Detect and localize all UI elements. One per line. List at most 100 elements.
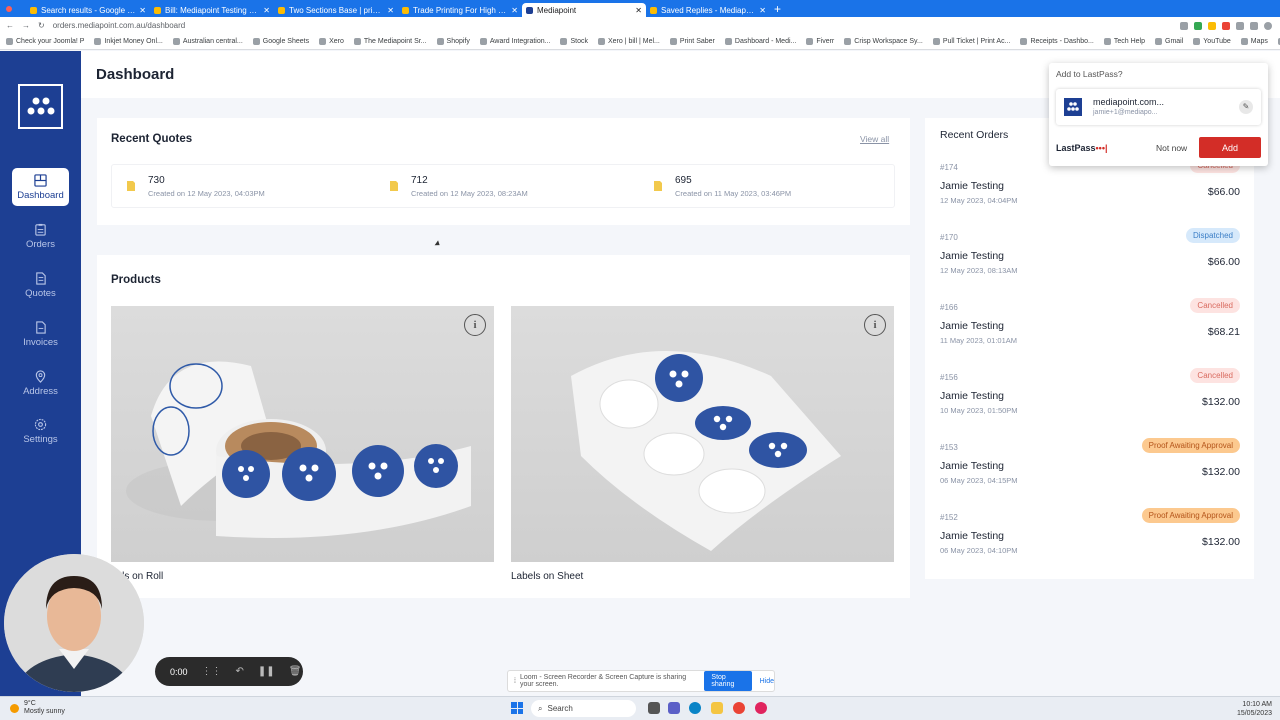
bookmark-item[interactable]: Crisp Workspace Sy... xyxy=(844,38,923,45)
close-tab-icon[interactable]: ✕ xyxy=(511,6,518,15)
task-view-icon[interactable] xyxy=(648,702,660,714)
close-tab-icon[interactable]: ✕ xyxy=(387,6,394,15)
url-field[interactable]: orders.mediapoint.com.au/dashboard xyxy=(53,21,186,30)
profile-avatar-icon[interactable] xyxy=(1264,21,1272,30)
bookmark-item[interactable]: Pull Ticket | Print Ac... xyxy=(932,38,1011,45)
bookmark-item[interactable]: Check your Joomla! P xyxy=(6,38,84,45)
pause-icon[interactable]: ❚❚ xyxy=(258,666,275,677)
taskbar-search[interactable]: ⌕ Search xyxy=(531,700,636,717)
sidebar-item-address[interactable]: Address xyxy=(12,364,69,402)
gear-icon xyxy=(34,418,47,430)
close-tab-icon[interactable]: ✕ xyxy=(139,6,146,15)
new-tab-button[interactable]: + xyxy=(774,2,781,16)
hide-button[interactable]: Hide xyxy=(760,678,774,685)
extension-icon[interactable] xyxy=(1208,21,1216,30)
screen-share-text: Loom - Screen Recorder & Screen Capture … xyxy=(519,674,687,688)
stop-sharing-button[interactable]: Stop sharing xyxy=(704,671,752,691)
bookmark-item[interactable]: YouTube xyxy=(1193,38,1231,45)
order-date: 06 May 2023, 04:10PM xyxy=(940,546,1018,555)
bookmark-item[interactable]: Inkjet Money Onl... xyxy=(94,38,163,45)
file-explorer-icon[interactable] xyxy=(711,702,723,714)
quote-item[interactable]: 695 Created on 11 May 2023, 03:46PM xyxy=(653,175,791,198)
bookmark-label: Xero | bill | Mel... xyxy=(607,38,660,45)
browser-tab[interactable]: Two Sections Base | print3D ✕ xyxy=(274,3,398,17)
extension-icon[interactable] xyxy=(1222,21,1230,30)
labels-on-roll-image[interactable]: i xyxy=(111,306,494,562)
bookmark-item[interactable]: Fiverr xyxy=(806,38,834,45)
undo-icon[interactable]: ↶ xyxy=(236,666,244,677)
labels-on-sheet-image[interactable]: i xyxy=(511,306,894,562)
browser-tab[interactable]: Trade Printing For High Volume R✕ xyxy=(398,3,522,17)
mediapoint-logo[interactable] xyxy=(18,84,63,129)
order-row[interactable]: #166 Cancelled Jamie Testing 11 May 2023, 0… xyxy=(940,298,1240,373)
browser-tab[interactable]: Saved Replies - Mediapoint Trad✕ xyxy=(646,3,770,17)
sidebar-item-dashboard[interactable]: Dashboard xyxy=(12,168,69,206)
quote-item[interactable]: 730 Created on 12 May 2023, 04:03PM xyxy=(126,175,265,198)
edit-pencil-icon[interactable]: ✎ xyxy=(1239,100,1253,114)
loom-icon[interactable] xyxy=(755,702,767,714)
order-row[interactable]: #170 Dispatched Jamie Testing 12 May 2023, … xyxy=(940,228,1240,303)
bookmark-item[interactable]: Shopify xyxy=(436,38,470,45)
order-row[interactable]: #174CancelledJamie Testing12 May 2023, 0… xyxy=(940,158,1240,233)
chrome-icon[interactable] xyxy=(733,702,745,714)
quote-item[interactable]: 712 Created on 12 May 2023, 08:23AM xyxy=(389,175,528,198)
close-tab-icon[interactable]: ✕ xyxy=(263,6,270,15)
forward-icon[interactable]: → xyxy=(22,21,30,30)
lastpass-account-row[interactable]: mediapoint.com... jamie+1@mediapo... ✎ xyxy=(1056,89,1261,125)
edge-icon[interactable] xyxy=(689,702,701,714)
order-row[interactable]: #156 Cancelled Jamie Testing 10 May 2023, 0… xyxy=(940,368,1240,443)
extension-icon[interactable] xyxy=(1180,21,1188,30)
weather-widget[interactable]: 9°C Mostly sunny xyxy=(10,700,65,716)
info-icon[interactable]: i xyxy=(464,314,486,336)
extension-icon[interactable] xyxy=(1194,21,1202,30)
bookmark-item[interactable]: Award Integration... xyxy=(479,38,550,45)
browser-tab[interactable]: Bill: Mediapoint Testing - Media ✕ xyxy=(150,3,274,17)
grid-icon[interactable]: ⋮⋮ xyxy=(202,666,222,677)
drag-handle-icon[interactable]: ⁞ xyxy=(514,678,516,685)
webcam-bubble[interactable] xyxy=(4,554,144,692)
order-number: #153 xyxy=(940,443,958,452)
window-menu-icon[interactable] xyxy=(0,0,26,17)
not-now-button[interactable]: Not now xyxy=(1156,143,1187,153)
invoice-icon xyxy=(36,320,46,334)
bookmark-item[interactable]: Receipts - Dashbo... xyxy=(1020,38,1094,45)
bookmark-item[interactable]: Print Saber xyxy=(669,38,715,45)
quote-doc-icon xyxy=(390,181,398,191)
bookmark-item[interactable]: Australian central... xyxy=(172,38,243,45)
bookmark-item[interactable]: Xero xyxy=(319,38,344,45)
back-icon[interactable]: ← xyxy=(6,21,14,30)
browser-tab-active[interactable]: Mediapoint ✕ xyxy=(522,3,646,17)
logo-dots-icon xyxy=(27,97,54,114)
bookmark-item[interactable]: Stock xyxy=(560,38,588,45)
info-icon[interactable]: i xyxy=(864,314,886,336)
view-all-quotes-link[interactable]: View all xyxy=(860,134,889,144)
bookmark-item[interactable]: Maps xyxy=(1240,38,1268,45)
reload-icon[interactable]: ↻ xyxy=(38,21,45,30)
sidebar-item-quotes[interactable]: Quotes xyxy=(12,266,69,304)
extension-icon[interactable] xyxy=(1250,21,1258,30)
order-price: $66.00 xyxy=(1207,256,1240,268)
sidebar-item-invoices[interactable]: Invoices xyxy=(12,315,69,353)
extension-icon[interactable] xyxy=(1236,21,1244,30)
add-button[interactable]: Add xyxy=(1199,137,1261,158)
browser-tab[interactable]: Search results - Google Drive✕ xyxy=(26,3,150,17)
bookmark-item[interactable]: Tech Help xyxy=(1103,38,1145,45)
taskbar-clock[interactable]: 10:10 AM 15/05/2023 xyxy=(1237,700,1272,718)
order-row[interactable]: #152 Proof Awaiting Approval Jamie Testing… xyxy=(940,508,1240,583)
trash-icon[interactable]: 🗑 xyxy=(289,666,302,677)
teams-icon[interactable] xyxy=(668,702,680,714)
sidebar-item-orders[interactable]: Orders xyxy=(12,217,69,255)
bookmark-item[interactable]: The Mediapoint Sr... xyxy=(353,38,427,45)
bookmark-item[interactable]: Gmail xyxy=(1155,38,1183,45)
order-row[interactable]: #153 Proof Awaiting Approval Jamie Testing… xyxy=(940,438,1240,513)
windows-start-icon[interactable] xyxy=(511,702,523,714)
close-tab-icon[interactable]: ✕ xyxy=(635,6,642,15)
close-tab-icon[interactable]: ✕ xyxy=(759,6,766,15)
bookmark-item[interactable]: Google Sheets xyxy=(252,38,309,45)
sidebar-item-settings[interactable]: Settings xyxy=(12,412,69,450)
recent-orders-title: Recent Orders xyxy=(940,129,1009,141)
bookmark-item[interactable]: Dashboard - Medi... xyxy=(724,38,796,45)
product-label-labels-on-sheet[interactable]: Labels on Sheet xyxy=(511,571,583,582)
bookmark-label: Pull Ticket | Print Ac... xyxy=(942,38,1011,45)
bookmark-item[interactable]: Xero | bill | Mel... xyxy=(597,38,660,45)
